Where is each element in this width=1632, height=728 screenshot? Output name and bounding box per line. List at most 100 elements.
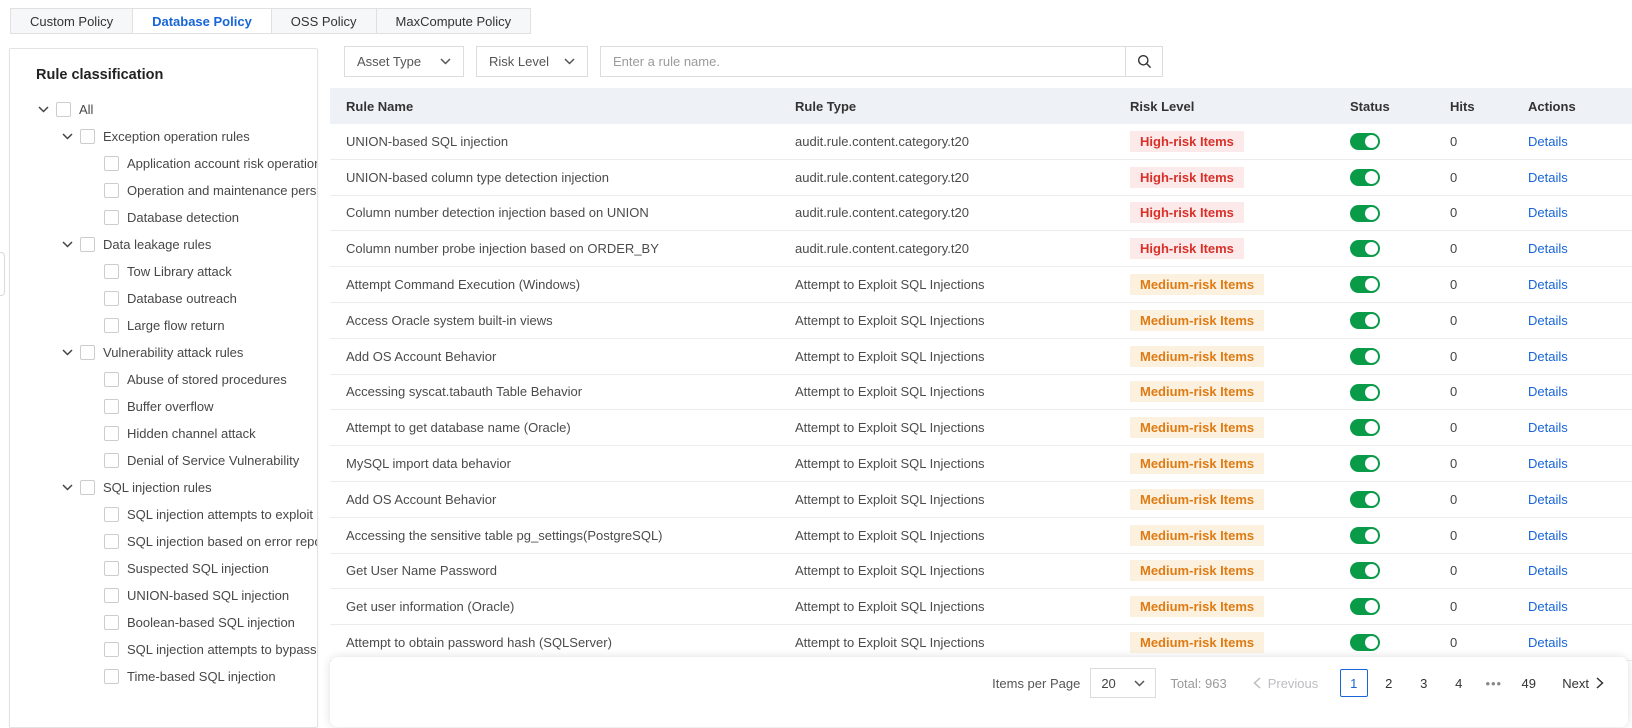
tree-item-label[interactable]: Time-based SQL injection: [127, 669, 276, 684]
details-link[interactable]: Details: [1528, 349, 1568, 364]
tree-item-label[interactable]: All: [79, 102, 93, 117]
details-link[interactable]: Details: [1528, 170, 1568, 185]
checkbox[interactable]: [56, 102, 71, 117]
page-button-3[interactable]: 3: [1410, 669, 1438, 697]
risk-level-badge: Medium-risk Items: [1130, 345, 1265, 367]
checkbox[interactable]: [104, 588, 119, 603]
status-toggle-on[interactable]: [1350, 240, 1380, 258]
details-link[interactable]: Details: [1528, 277, 1568, 292]
status-toggle-on[interactable]: [1350, 419, 1380, 437]
rule-search-input[interactable]: [600, 46, 1126, 77]
tree-item-label[interactable]: Exception operation rules: [103, 129, 250, 144]
checkbox[interactable]: [104, 156, 119, 171]
column-header-actions: Actions: [1528, 98, 1576, 114]
details-link[interactable]: Details: [1528, 456, 1568, 471]
status-toggle-on[interactable]: [1350, 490, 1380, 508]
previous-page-button[interactable]: Previous: [1253, 676, 1318, 691]
page-button-49[interactable]: 49: [1515, 669, 1543, 697]
details-link[interactable]: Details: [1528, 528, 1568, 543]
status-toggle-on[interactable]: [1350, 347, 1380, 365]
tree-item-database-detection: Database detection: [10, 204, 317, 231]
details-link[interactable]: Details: [1528, 384, 1568, 399]
checkbox[interactable]: [104, 615, 119, 630]
tab-oss-policy[interactable]: OSS Policy: [270, 8, 377, 34]
status-toggle-on[interactable]: [1350, 634, 1380, 652]
chevron-down-icon[interactable]: [62, 133, 80, 140]
risk-level-select[interactable]: Risk Level: [476, 46, 588, 77]
checkbox[interactable]: [104, 372, 119, 387]
checkbox[interactable]: [104, 318, 119, 333]
details-link[interactable]: Details: [1528, 563, 1568, 578]
sidebar-collapse-handle[interactable]: [0, 252, 5, 296]
status-toggle-on[interactable]: [1350, 276, 1380, 294]
status-toggle-on[interactable]: [1350, 132, 1380, 150]
tree-item-label[interactable]: Database detection: [127, 210, 239, 225]
checkbox[interactable]: [104, 507, 119, 522]
details-link[interactable]: Details: [1528, 492, 1568, 507]
checkbox[interactable]: [104, 210, 119, 225]
tree-item-label[interactable]: Application account risk operation: [127, 156, 317, 171]
details-link[interactable]: Details: [1528, 599, 1568, 614]
status-toggle-on[interactable]: [1350, 562, 1380, 580]
tree-item-label[interactable]: Database outreach: [127, 291, 237, 306]
tree-item-label[interactable]: Suspected SQL injection: [127, 561, 269, 576]
page-button-1[interactable]: 1: [1339, 669, 1368, 697]
tree-item-label[interactable]: SQL injection attempts to exploit: [127, 507, 313, 522]
checkbox[interactable]: [80, 129, 95, 144]
chevron-down-icon[interactable]: [62, 349, 80, 356]
checkbox[interactable]: [104, 453, 119, 468]
tab-maxcompute-policy[interactable]: MaxCompute Policy: [375, 8, 532, 34]
status-toggle-on[interactable]: [1350, 383, 1380, 401]
checkbox[interactable]: [104, 291, 119, 306]
status-toggle-on[interactable]: [1350, 168, 1380, 186]
tab-custom-policy[interactable]: Custom Policy: [10, 8, 134, 34]
asset-type-select[interactable]: Asset Type: [344, 46, 464, 77]
search-button[interactable]: [1126, 46, 1163, 77]
tree-item-label[interactable]: UNION-based SQL injection: [127, 588, 289, 603]
tree-item-label[interactable]: Data leakage rules: [103, 237, 211, 252]
status-toggle-on[interactable]: [1350, 204, 1380, 222]
status-toggle-on[interactable]: [1350, 526, 1380, 544]
page-ellipsis[interactable]: •••: [1480, 669, 1508, 697]
chevron-down-icon[interactable]: [62, 241, 80, 248]
status-toggle-on[interactable]: [1350, 311, 1380, 329]
checkbox[interactable]: [104, 642, 119, 657]
checkbox[interactable]: [104, 183, 119, 198]
chevron-down-icon[interactable]: [62, 484, 80, 491]
next-page-button[interactable]: Next: [1562, 676, 1604, 691]
page-button-2[interactable]: 2: [1375, 669, 1403, 697]
details-link[interactable]: Details: [1528, 134, 1568, 149]
tree-item-label[interactable]: Vulnerability attack rules: [103, 345, 243, 360]
checkbox[interactable]: [104, 399, 119, 414]
checkbox[interactable]: [80, 480, 95, 495]
tree-item-label[interactable]: SQL injection based on error reporting: [127, 534, 317, 549]
details-link[interactable]: Details: [1528, 205, 1568, 220]
checkbox[interactable]: [104, 669, 119, 684]
tree-item-label[interactable]: Tow Library attack: [127, 264, 232, 279]
status-toggle-on[interactable]: [1350, 598, 1380, 616]
details-link[interactable]: Details: [1528, 635, 1568, 650]
tree-item-label[interactable]: Buffer overflow: [127, 399, 213, 414]
page-size-select[interactable]: 20: [1090, 668, 1157, 698]
checkbox[interactable]: [104, 264, 119, 279]
tab-database-policy[interactable]: Database Policy: [132, 8, 272, 34]
checkbox[interactable]: [80, 237, 95, 252]
chevron-down-icon[interactable]: [38, 106, 56, 113]
details-link[interactable]: Details: [1528, 313, 1568, 328]
tree-item-label[interactable]: Operation and maintenance personnel ri: [127, 183, 317, 198]
checkbox[interactable]: [104, 426, 119, 441]
tree-item-label[interactable]: Hidden channel attack: [127, 426, 256, 441]
checkbox[interactable]: [80, 345, 95, 360]
page-button-4[interactable]: 4: [1445, 669, 1473, 697]
checkbox[interactable]: [104, 561, 119, 576]
tree-item-label[interactable]: Denial of Service Vulnerability: [127, 453, 299, 468]
tree-item-label[interactable]: SQL injection rules: [103, 480, 212, 495]
tree-item-label[interactable]: Boolean-based SQL injection: [127, 615, 295, 630]
tree-item-label[interactable]: Large flow return: [127, 318, 225, 333]
checkbox[interactable]: [104, 534, 119, 549]
details-link[interactable]: Details: [1528, 241, 1568, 256]
status-toggle-on[interactable]: [1350, 455, 1380, 473]
details-link[interactable]: Details: [1528, 420, 1568, 435]
tree-item-label[interactable]: Abuse of stored procedures: [127, 372, 287, 387]
tree-item-label[interactable]: SQL injection attempts to bypass: [127, 642, 317, 657]
